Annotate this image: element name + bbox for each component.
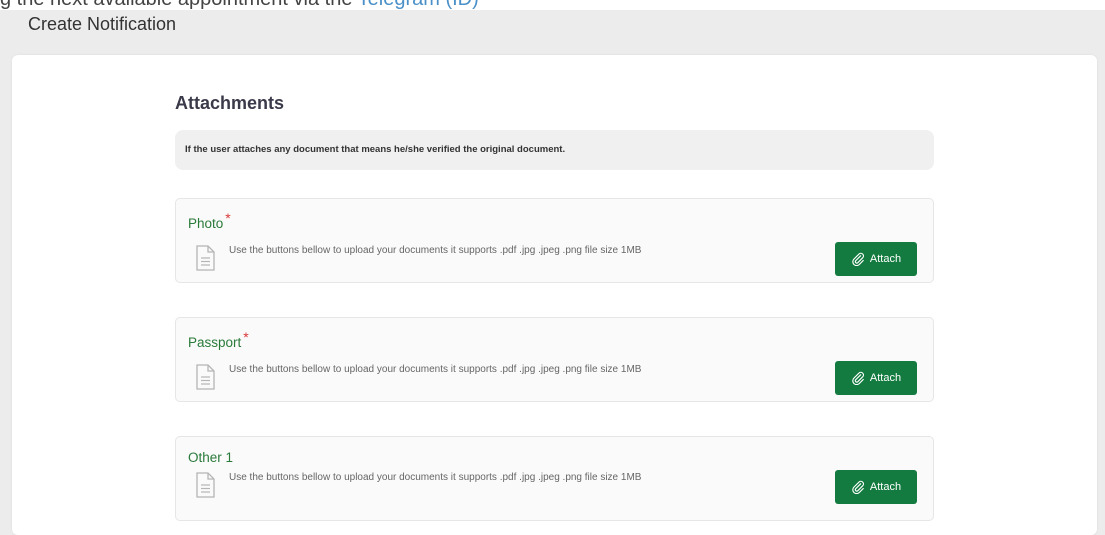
attachment-description: Use the buttons bellow to upload your do…	[229, 472, 642, 483]
attachment-label-text: Passport	[188, 335, 242, 350]
document-icon	[196, 472, 215, 498]
attachment-description: Use the buttons bellow to upload your do…	[229, 364, 642, 375]
paperclip-icon	[852, 480, 864, 494]
document-icon	[196, 364, 215, 390]
attach-button-label: Attach	[869, 481, 902, 493]
attachment-description: Use the buttons bellow to upload your do…	[229, 245, 642, 256]
attach-button-other-1[interactable]: Attach	[835, 470, 917, 504]
required-marker: *	[243, 329, 249, 345]
attachment-label: Photo *	[188, 210, 231, 231]
attachment-row-photo: Photo * Use the buttons bellow to upload …	[175, 198, 934, 283]
attachment-label: Other 1	[188, 449, 235, 465]
required-marker: *	[225, 210, 231, 226]
attach-button-photo[interactable]: Attach	[835, 242, 917, 276]
attachment-label-text: Other 1	[188, 450, 234, 465]
page-title: Create Notification	[28, 14, 177, 34]
attach-button-label: Attach	[869, 372, 902, 384]
attachment-label: Passport *	[188, 329, 249, 350]
paperclip-icon	[852, 252, 864, 266]
attachment-label-text: Photo	[188, 216, 224, 231]
top-cut-prefix: g the next available appointment via the	[0, 0, 358, 10]
attachments-heading: Attachments	[175, 93, 285, 113]
top-cut-text: g the next available appointment via the…	[0, 0, 1105, 10]
attachment-row-other-1: Other 1 Use the buttons bellow to upload…	[175, 436, 934, 521]
telegram-link[interactable]: Telegram (ID)	[358, 0, 479, 10]
document-icon	[196, 245, 215, 271]
paperclip-icon	[852, 371, 864, 385]
attach-button-passport[interactable]: Attach	[835, 361, 917, 395]
attach-button-label: Attach	[869, 253, 902, 265]
attachment-row-passport: Passport * Use the buttons bellow to uplo…	[175, 317, 934, 402]
verification-notice: If the user attaches any document that m…	[175, 130, 934, 170]
